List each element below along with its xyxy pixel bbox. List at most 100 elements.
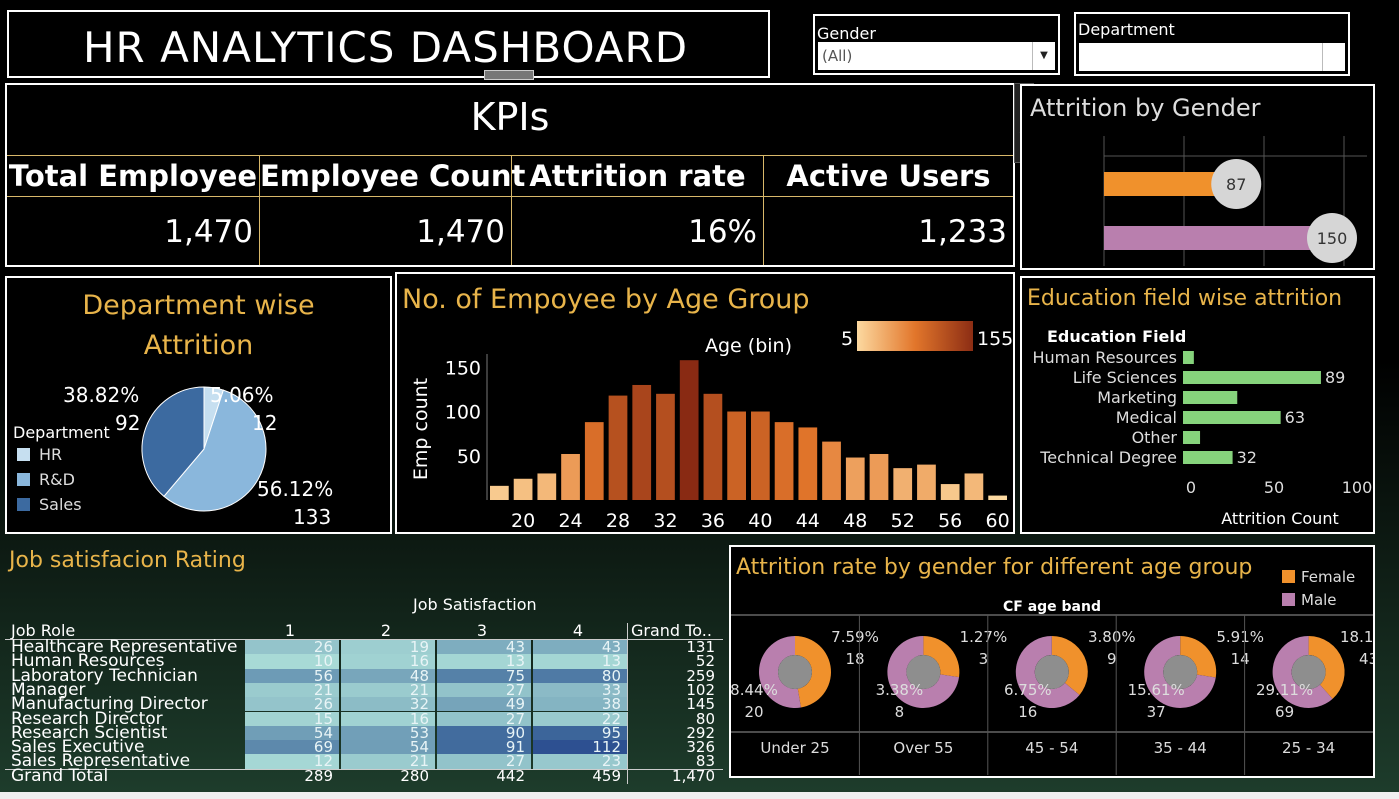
gender-select[interactable]: (All) ▼: [818, 42, 1055, 70]
legend-title: Age (bin): [705, 335, 792, 357]
education-bar-chart: Education Field Human ResourcesLife Scien…: [1033, 327, 1373, 528]
gender-select-value: (All): [822, 47, 853, 65]
bar: [1183, 391, 1238, 404]
drag-handle[interactable]: [484, 70, 534, 80]
kpi-value: 16%: [688, 214, 757, 250]
band-title: CF age band: [1003, 599, 1101, 615]
data-label: 9: [1107, 650, 1117, 668]
x-tick-label: 44: [796, 510, 820, 532]
kpi-value: 1,470: [164, 214, 253, 250]
bar: [798, 427, 818, 500]
legend-swatch: [1282, 593, 1295, 606]
legend-label: Male: [1301, 591, 1337, 609]
legend-gradient: [857, 321, 973, 351]
data-label: 8.44%: [731, 681, 778, 699]
x-tick-label: 32: [653, 510, 677, 532]
gender-filter: Gender (All) ▼: [813, 14, 1060, 75]
band-label: 35 - 44: [1154, 739, 1207, 757]
bar: [1183, 371, 1321, 384]
age-group-panel: No. of Empoyee by Age Group Age (bin) 5 15…: [395, 272, 1015, 534]
age-group-chart: Age (bin) 5 155 Emp count 50 100 150 20 24 28 32 36…: [410, 321, 1013, 532]
legend-label: R&D: [39, 470, 75, 489]
bar: [513, 478, 533, 500]
bar: [537, 473, 557, 500]
bar: [988, 495, 1007, 500]
bar: [632, 384, 652, 500]
category-label: Marketing: [1097, 388, 1177, 407]
status-strip: [0, 792, 1399, 799]
y-axis-label: Emp count: [410, 378, 432, 480]
department-select[interactable]: [1079, 43, 1345, 71]
data-label: 12: [252, 411, 277, 435]
x-tick-label: 48: [843, 510, 867, 532]
x-tick-label: 50: [1264, 478, 1284, 497]
dropdown-button[interactable]: [1322, 43, 1345, 71]
bar: [608, 395, 628, 500]
data-label: 87: [1226, 175, 1246, 194]
bar: [1104, 226, 1332, 250]
data-label: 14: [1231, 650, 1250, 668]
grand-total-cell: 289: [304, 766, 333, 785]
x-axis-label: Attrition Count: [1221, 509, 1338, 528]
grand-total-cell: 280: [400, 766, 429, 785]
column-header: 3: [476, 621, 488, 640]
kpi-label: Total Employee: [7, 155, 259, 197]
x-tick-label: 52: [891, 510, 915, 532]
legend-swatch: [17, 498, 30, 511]
bar: [490, 485, 509, 500]
data-label: 37: [1147, 703, 1166, 721]
kpi-value: 1,233: [918, 214, 1007, 250]
data-label: 133: [293, 505, 331, 529]
bar: [1183, 451, 1233, 464]
bar: [869, 453, 889, 500]
legend-title: Department: [13, 423, 110, 442]
x-tick-label: 28: [606, 510, 630, 532]
bar: [679, 360, 699, 500]
chevron-down-icon[interactable]: ▼: [1032, 42, 1055, 70]
kpi-label: Employee Count: [260, 155, 525, 197]
bar: [1183, 411, 1281, 424]
data-label: 89: [1325, 368, 1345, 387]
job-satisfaction-panel: Job satisfacion Rating Job Satisfaction …: [5, 540, 723, 784]
bar: [940, 484, 960, 500]
attrition-by-gender-chart: 87 150: [1103, 136, 1367, 266]
data-label: 20: [744, 703, 763, 721]
bar: [727, 411, 746, 500]
kpi-title: KPIs: [470, 95, 550, 139]
category-label: Life Sciences: [1073, 368, 1177, 387]
donut-hole: [778, 655, 812, 689]
data-label: 63: [1285, 408, 1305, 427]
data-label: 92: [115, 411, 140, 435]
category-label: Technical Degree: [1039, 448, 1177, 467]
bar: [1183, 431, 1201, 444]
bar: [917, 464, 936, 500]
category-label: Medical: [1116, 408, 1177, 427]
kpi-panel: KPIs Total Employee 1,470 Employee Count…: [5, 83, 1015, 267]
column-header: 1: [284, 621, 296, 640]
y-tick-label: 100: [445, 402, 481, 424]
department-filter: Department: [1074, 12, 1350, 76]
x-tick-label: 60: [986, 510, 1010, 532]
data-label: 3: [979, 650, 989, 668]
kpi-label: Active Users: [764, 155, 1013, 197]
bar: [893, 468, 913, 500]
legend-min: 5: [841, 328, 853, 350]
x-tick-label: 20: [511, 510, 535, 532]
y-tick-label: 150: [445, 357, 481, 379]
attrition-gender-age-panel: Attrition rate by gender for different a…: [729, 545, 1375, 778]
bar: [845, 457, 865, 500]
kpi-employee-count: Employee Count 1,470: [259, 155, 525, 265]
data-label: 5.91%: [1216, 628, 1264, 646]
grand-total-cell: 442: [496, 766, 525, 785]
x-tick-label: 40: [748, 510, 772, 532]
column-header: Grand To..: [627, 623, 721, 639]
grand-total-cell: 459: [592, 766, 621, 785]
age-band-donut-chart: Female Male CF age band 7.59% 18 8.44% 20 Under…: [731, 568, 1373, 775]
legend-label: HR: [39, 445, 62, 464]
data-label: 43: [1359, 650, 1373, 668]
attrition-by-gender-panel: Attrition by Gender 87 150: [1020, 84, 1375, 270]
data-label: 15.61%: [1128, 681, 1185, 699]
legend-max: 155: [977, 328, 1013, 350]
data-label: 29.11%: [1256, 681, 1313, 699]
legend-swatch: [17, 448, 30, 461]
